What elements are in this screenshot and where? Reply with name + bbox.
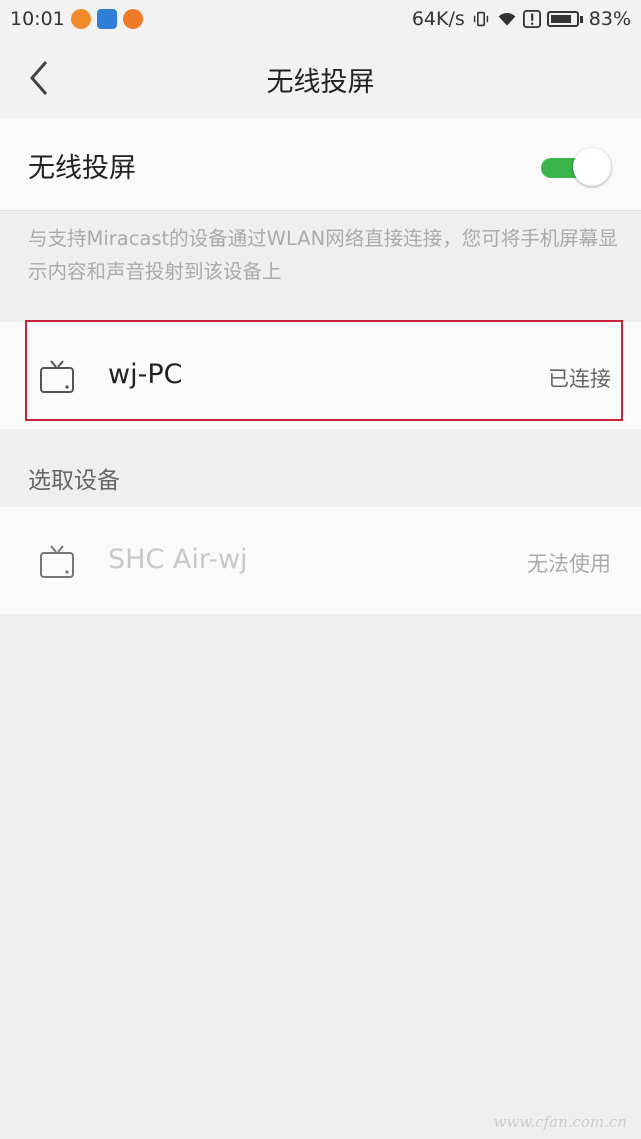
toggle-label: 无线投屏: [28, 153, 136, 184]
device-status: 已连接: [548, 367, 611, 391]
nav-bar: 无线投屏: [0, 38, 641, 119]
switch-knob: [573, 148, 611, 186]
tv-icon: [40, 360, 74, 393]
wireless-display-toggle-row[interactable]: 无线投屏: [0, 118, 641, 211]
connected-device-list: wj-PC 已连接: [0, 322, 641, 429]
vibrate-icon: [473, 11, 488, 27]
page-title: 无线投屏: [266, 67, 375, 98]
device-row-wj-pc[interactable]: wj-PC 已连接: [0, 322, 641, 429]
notification-app-icon-2: [122, 9, 143, 29]
tv-icon: [40, 545, 74, 578]
device-status: 无法使用: [527, 552, 611, 576]
watermark: www.cfan.com.cn: [493, 1113, 627, 1131]
status-bar-right: 64K/s 83%: [412, 8, 631, 30]
q-app-icon: [96, 9, 117, 29]
battery-icon: [546, 11, 583, 27]
section-header-select-device: 选取设备: [28, 468, 120, 494]
available-device-list: SHC Air-wj 无法使用: [0, 507, 641, 614]
wifi-icon: [498, 12, 516, 26]
status-bar: 10:01 64K/s 83%: [0, 0, 641, 38]
wireless-display-switch[interactable]: [541, 146, 611, 186]
status-bar-left: 10:01: [10, 8, 143, 30]
device-name: SHC Air-wj: [108, 544, 248, 575]
notification-app-icon: [70, 9, 91, 29]
description-text: 与支持Miracast的设备通过WLAN网络直接连接，您可将手机屏幕显示内容和声…: [28, 227, 618, 283]
status-time: 10:01: [10, 8, 65, 30]
alert-icon: [522, 10, 541, 28]
device-row-shc-air-wj[interactable]: SHC Air-wj 无法使用: [0, 507, 641, 614]
device-name: wj-PC: [108, 359, 183, 390]
network-speed: 64K/s: [411, 8, 465, 30]
battery-percent: 83%: [588, 8, 631, 30]
